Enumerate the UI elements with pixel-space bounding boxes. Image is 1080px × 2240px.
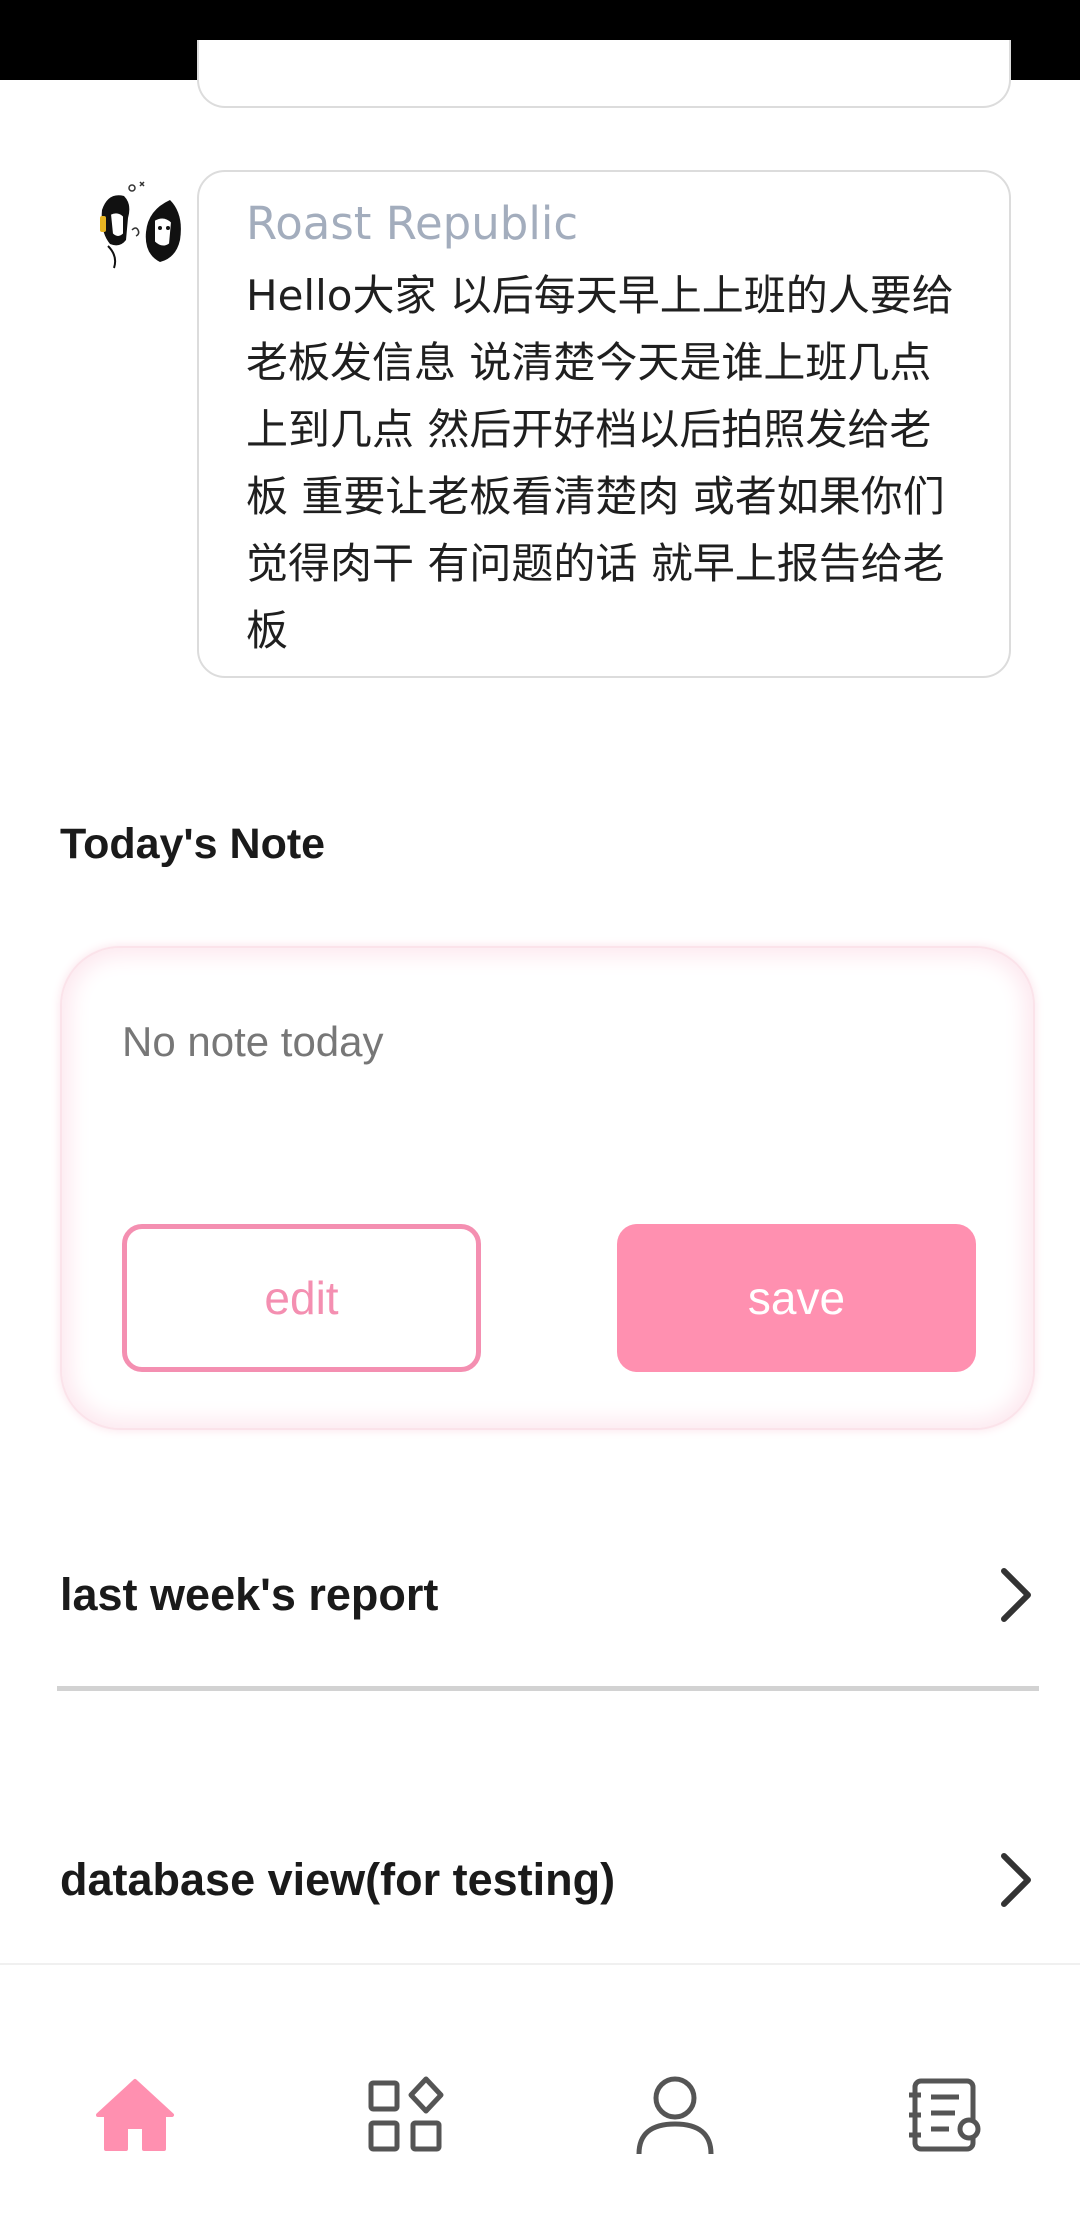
database-view-row[interactable]: database view(for testing) <box>60 1830 1040 1930</box>
notebook-icon <box>909 2078 981 2152</box>
message-bubble: Roast Republic Hello大家 以后每天早上上班的人要给老板发信息… <box>197 170 1011 678</box>
message-text: Hello大家 以后每天早上上班的人要给老板发信息 说清楚今天是谁上班几点上到几… <box>246 271 954 655</box>
nav-apps[interactable] <box>355 2065 455 2165</box>
home-icon <box>96 2079 174 2151</box>
divider <box>57 1686 1039 1691</box>
note-placeholder-text[interactable]: No note today <box>122 1018 384 1066</box>
database-view-label: database view(for testing) <box>60 1854 616 1905</box>
save-button[interactable]: save <box>617 1224 976 1372</box>
edit-button[interactable]: edit <box>122 1224 481 1372</box>
note-card: No note today edit save <box>60 946 1035 1430</box>
couple-illustration-avatar-icon <box>81 171 191 281</box>
nav-profile[interactable] <box>625 2065 725 2165</box>
user-icon <box>636 2076 714 2155</box>
bottom-navigation <box>0 1963 1080 2240</box>
chevron-right-icon <box>1001 1853 1031 1907</box>
avatar[interactable] <box>80 170 192 282</box>
last-weeks-report-label: last week's report <box>60 1569 439 1620</box>
nav-notebook[interactable] <box>895 2065 995 2165</box>
previous-message-bubble <box>197 40 1011 108</box>
nav-home[interactable] <box>85 2065 185 2165</box>
apps-icon <box>368 2076 444 2152</box>
chevron-right-icon <box>1001 1568 1031 1622</box>
todays-note-title: Today's Note <box>60 820 326 868</box>
last-weeks-report-row[interactable]: last week's report <box>60 1545 1040 1645</box>
message-sender-name: Roast Republic <box>246 197 579 250</box>
